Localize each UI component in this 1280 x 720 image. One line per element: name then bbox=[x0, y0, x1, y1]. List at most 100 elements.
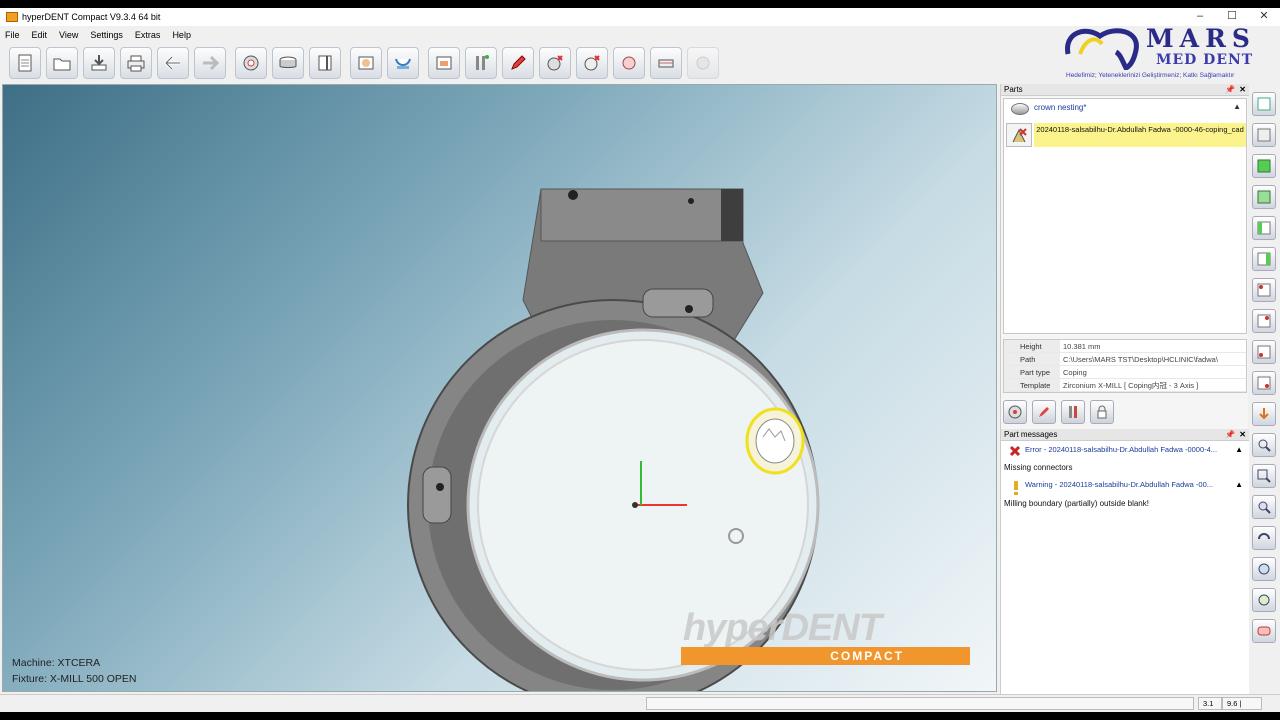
menu-help[interactable]: Help bbox=[167, 27, 198, 43]
simulate-button[interactable] bbox=[613, 47, 645, 79]
view-left-button[interactable] bbox=[1252, 216, 1276, 240]
part-edit-button[interactable] bbox=[1032, 400, 1056, 424]
save-button[interactable] bbox=[83, 47, 115, 79]
status-bar: 3.1 9.6 | 10.0 bbox=[0, 694, 1280, 719]
nesting-row[interactable]: crown nesting* ▲ bbox=[1004, 99, 1246, 119]
back-button[interactable] bbox=[157, 47, 189, 79]
parts-header: Parts 📌 ✕ bbox=[1001, 84, 1249, 96]
menu-extras[interactable]: Extras bbox=[130, 27, 168, 43]
render-mode-button[interactable] bbox=[1252, 619, 1276, 643]
position-button[interactable] bbox=[309, 47, 341, 79]
view-down-button[interactable] bbox=[1252, 402, 1276, 426]
window-title: hyperDENT Compact V9.3.4 64 bit bbox=[22, 12, 161, 22]
zoom-window-button[interactable] bbox=[1252, 464, 1276, 488]
part-item[interactable]: 20240118-salsabilhu-Dr.Abdullah Fadwa -0… bbox=[1006, 123, 1246, 149]
part-tools-button[interactable] bbox=[1061, 400, 1085, 424]
fixture-button[interactable] bbox=[235, 47, 267, 79]
fixture-label: Fixture: X-MILL 500 OPEN bbox=[12, 673, 137, 685]
edit-button[interactable] bbox=[502, 47, 534, 79]
collapse-icon[interactable]: ▲ bbox=[1233, 102, 1241, 111]
logo-tagline: Hedefimiz; Yeteneklerinizi Geliştirmeniz… bbox=[1066, 72, 1235, 79]
calc-button[interactable] bbox=[539, 47, 571, 79]
zoom-fit-button[interactable] bbox=[1252, 495, 1276, 519]
parts-title: Parts bbox=[1004, 85, 1023, 94]
menu-view[interactable]: View bbox=[54, 27, 85, 43]
zoom-fit-icon bbox=[1258, 501, 1271, 514]
fixture-model bbox=[407, 188, 820, 691]
blank-button[interactable] bbox=[272, 47, 304, 79]
view-iso3-button[interactable] bbox=[1252, 340, 1276, 364]
view-iso1-button[interactable] bbox=[1252, 278, 1276, 302]
render-mode-icon bbox=[1257, 626, 1271, 636]
menu-settings[interactable]: Settings bbox=[85, 27, 130, 43]
status-b: 9.6 | 10.0 bbox=[1222, 697, 1262, 719]
3d-viewport[interactable]: hyperDENT COMPACT Machine: XTCERA Fixtur… bbox=[2, 84, 997, 692]
company-logo: MARS MED DENT Hedefimiz; Yeteneklerinizi… bbox=[1060, 22, 1254, 84]
prop-part-type: Part type Coping bbox=[1004, 366, 1246, 379]
tools-small-icon bbox=[1069, 406, 1077, 418]
view-back-button[interactable] bbox=[1252, 123, 1276, 147]
tools-button[interactable] bbox=[465, 47, 497, 79]
warning-collapse-icon[interactable]: ▲ bbox=[1235, 480, 1243, 489]
close-messages-icon[interactable]: ✕ bbox=[1239, 429, 1246, 441]
output-icon bbox=[658, 59, 674, 68]
nest-icon bbox=[436, 56, 452, 70]
view-back-icon bbox=[1257, 128, 1271, 142]
part-lock-button[interactable] bbox=[1090, 400, 1114, 424]
view-left-icon bbox=[1257, 221, 1271, 235]
rotate-icon bbox=[1258, 533, 1270, 540]
fixture-small-icon bbox=[1008, 405, 1022, 419]
forward-button[interactable] bbox=[194, 47, 226, 79]
view-iso2-button[interactable] bbox=[1252, 309, 1276, 333]
error-collapse-icon[interactable]: ▲ bbox=[1235, 445, 1243, 454]
open-button[interactable] bbox=[46, 47, 78, 79]
calc-icon bbox=[547, 55, 563, 71]
pivot-button[interactable] bbox=[1252, 588, 1276, 612]
menu-bar: File Edit View Settings Extras Help bbox=[0, 27, 198, 43]
prop-path: Path C:\Users\MARS TST\Desktop\HCLINIC\fa… bbox=[1004, 353, 1246, 366]
part-import-button[interactable] bbox=[350, 47, 382, 79]
close-parts-icon[interactable]: ✕ bbox=[1239, 84, 1246, 96]
new-file-button[interactable] bbox=[9, 47, 41, 79]
print-button[interactable] bbox=[120, 47, 152, 79]
watermark-compact: COMPACT bbox=[681, 647, 970, 665]
edit-icon bbox=[511, 55, 526, 70]
view-front-button[interactable] bbox=[1252, 92, 1276, 116]
connectors-button[interactable] bbox=[576, 47, 608, 79]
view-iso4-button[interactable] bbox=[1252, 371, 1276, 395]
forward-arrow-icon bbox=[203, 55, 220, 71]
pin-icon[interactable]: 📌 bbox=[1225, 84, 1235, 96]
zoom-button[interactable] bbox=[1252, 433, 1276, 457]
crown-button[interactable] bbox=[387, 47, 419, 79]
view-right-button[interactable] bbox=[1252, 247, 1276, 271]
parts-tree: crown nesting* ▲ 20240118-salsabilhu-Dr.… bbox=[1003, 98, 1247, 334]
nest-button[interactable] bbox=[428, 47, 460, 79]
lock-icon bbox=[1097, 405, 1107, 419]
menu-edit[interactable]: Edit bbox=[27, 27, 55, 43]
blank-icon bbox=[279, 56, 297, 68]
part-properties: Height 10.381 mm Path C:\Users\MARS TST\De… bbox=[1003, 339, 1247, 393]
output-button[interactable] bbox=[650, 47, 682, 79]
zoom-window-icon bbox=[1257, 469, 1271, 483]
error-icon bbox=[1009, 445, 1021, 457]
zoom-icon bbox=[1258, 439, 1271, 452]
position-icon bbox=[318, 55, 332, 71]
warning-icon bbox=[1014, 481, 1018, 495]
warning-message[interactable]: Warning - 20240118-salsabilhu-Dr.Abdulla… bbox=[1025, 480, 1213, 489]
simulate-icon bbox=[622, 56, 636, 70]
pencil-icon bbox=[1039, 407, 1049, 417]
view-top-button[interactable] bbox=[1252, 154, 1276, 178]
menu-file[interactable]: File bbox=[0, 27, 27, 43]
pan-button[interactable] bbox=[1252, 557, 1276, 581]
view-right-icon bbox=[1257, 252, 1271, 266]
view-bottom-button[interactable] bbox=[1252, 185, 1276, 209]
down-arrow-icon bbox=[1259, 408, 1269, 420]
fixture-icon bbox=[243, 55, 259, 71]
pin-messages-icon[interactable]: 📌 bbox=[1225, 429, 1235, 441]
nesting-icon bbox=[1011, 103, 1029, 115]
view-top-icon bbox=[1257, 159, 1271, 173]
rotate-button[interactable] bbox=[1252, 526, 1276, 550]
error-message[interactable]: Error - 20240118-salsabilhu-Dr.Abdullah … bbox=[1025, 445, 1217, 454]
part-fixture-button[interactable] bbox=[1003, 400, 1027, 424]
error-text: Missing connectors bbox=[1004, 463, 1073, 472]
